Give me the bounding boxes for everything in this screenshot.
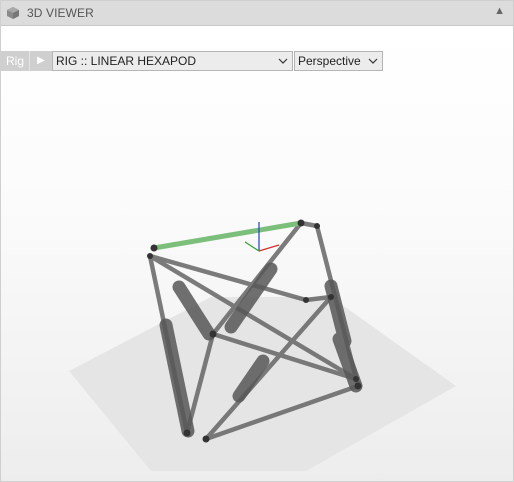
chevron-down-icon bbox=[368, 58, 378, 64]
play-button[interactable]: ▶ bbox=[29, 51, 52, 71]
selected-edge bbox=[151, 220, 304, 251]
joint bbox=[202, 435, 210, 443]
play-icon: ▶ bbox=[37, 55, 45, 66]
joint bbox=[209, 330, 217, 338]
joint bbox=[183, 429, 191, 437]
joint bbox=[297, 219, 305, 227]
rig-select-value: RIG :: LINEAR HEXAPOD bbox=[56, 54, 197, 68]
panel-title: 3D VIEWER bbox=[27, 6, 94, 20]
joint bbox=[353, 376, 359, 382]
joint bbox=[314, 223, 320, 229]
joint bbox=[354, 382, 362, 390]
joint bbox=[328, 294, 334, 300]
joint bbox=[147, 253, 153, 259]
panel-title-bar: 3D VIEWER ▲ bbox=[1, 1, 513, 26]
cube-icon bbox=[7, 7, 19, 19]
triangle-up-icon[interactable]: ▲ bbox=[494, 5, 505, 17]
3d-viewer-panel: 3D VIEWER ▲ Rig ▶ RIG:: LINEAR HEXAPOD … bbox=[0, 0, 514, 482]
joint bbox=[150, 244, 158, 252]
joint bbox=[303, 297, 309, 303]
chevron-down-icon bbox=[278, 58, 288, 64]
top-edge-d bbox=[147, 253, 309, 303]
rig-label: Rig bbox=[1, 51, 29, 71]
rig-select[interactable]: RIG :: LINEAR HEXAPOD bbox=[52, 51, 293, 71]
view-mode-value: Perspective bbox=[298, 54, 361, 68]
view-mode-select[interactable]: Perspective bbox=[294, 51, 383, 71]
hexapod-scene[interactable] bbox=[1, 26, 513, 481]
